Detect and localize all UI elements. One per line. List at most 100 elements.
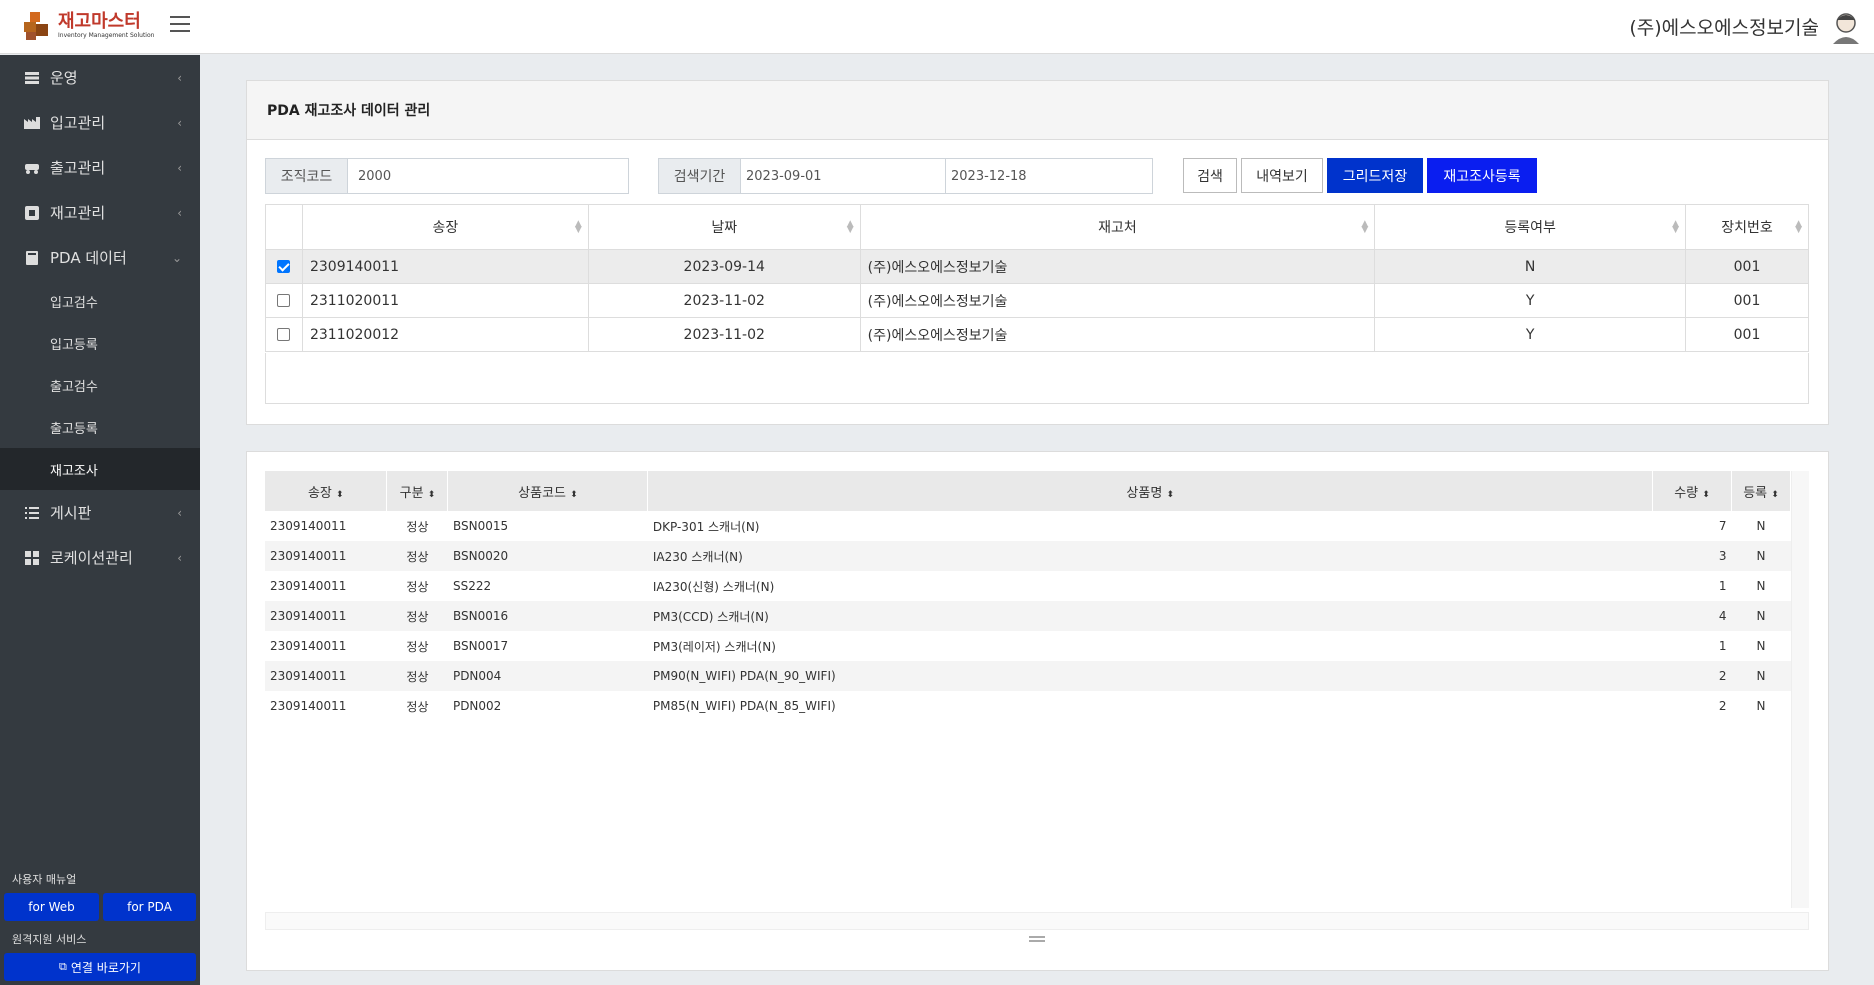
row-checkbox[interactable] [277,328,291,341]
sidebar-item-board[interactable]: 게시판 ‹ [0,490,200,535]
table-row[interactable]: 2309140011 정상 BSN0016 PM3(CCD) 스캐너(N) 4 … [265,601,1791,631]
remote-connect-button[interactable]: ⧉ 연결 바로가기 [4,953,196,981]
table-row[interactable]: 2309140011 정상 BSN0017 PM3(레이저) 스캐너(N) 1 … [265,631,1791,661]
sidebar-item-outbound[interactable]: 출고관리 ‹ [0,145,200,190]
cell-code: BSN0016 [447,601,648,631]
list-icon [24,506,40,520]
org-code-input[interactable]: 2000 [348,159,628,193]
column-header-store[interactable]: 재고처 ▲ ▼ [859,204,1376,250]
sidebar-item-label: 운영 [50,69,78,87]
cell-name: DKP-301 스캐너(N) [652,519,760,534]
company-name: (주)에스오에스정보기술 [1629,17,1819,39]
top-header: 재고마스터 Inventory Management Solution (주)에… [0,0,1874,54]
logo[interactable]: 재고마스터 Inventory Management Solution [20,10,154,42]
cell-qty: 3 [1652,541,1732,571]
sidebar-subitem-stocktake[interactable]: 재고조사 [0,448,200,490]
cell-qty: 4 [1652,601,1732,631]
column-header-device[interactable]: 장치번호 ▲ ▼ [1685,204,1809,250]
logo-subtitle: Inventory Management Solution [58,32,155,39]
sidebar-item-location[interactable]: 로케이션관리 ‹ [0,535,200,580]
column-header-code[interactable]: 상품코드 ⬍ [447,471,649,511]
sidebar-subitem-inbound-register[interactable]: 입고등록 [0,322,200,364]
sort-icon: ⬍ [570,489,578,500]
cell-qty: 7 [1718,519,1727,533]
cell-type: 정상 [406,699,429,714]
cell-store: (주)에스오에스정보기술 [859,249,1376,284]
vertical-scrollbar[interactable] [1791,471,1809,908]
sidebar-item-label: 게시판 [50,504,92,522]
history-button[interactable]: 내역보기 [1241,158,1323,193]
cell-invoice: 2309140011 [270,639,347,653]
chevron-left-icon: ‹ [177,160,182,175]
column-header-type[interactable]: 구분 ⬍ [386,471,449,511]
user-avatar-icon[interactable] [1830,10,1862,44]
column-header-invoice[interactable]: 송장 ▲ ▼ [301,204,589,250]
grid-save-button[interactable]: 그리드저장 [1327,158,1423,193]
cell-name: PM90(N_WIFI) PDA(N_90_WIFI) [647,661,1653,691]
date-from-input[interactable]: 2023-09-01 [741,159,946,193]
cell-qty: 2 [1718,699,1727,713]
cell-qty: 2 [1652,661,1732,691]
date-to-input[interactable]: 2023-12-18 [946,159,1152,193]
row-checkbox[interactable] [277,260,291,273]
cell-device: 001 [1685,249,1809,284]
grid-icon [24,550,40,565]
horizontal-scrollbar[interactable] [265,912,1809,930]
table-row[interactable]: 2311020011 2023-11-02 (주)에스오에스정보기술 Y 001 [265,283,1809,318]
cell-type: 정상 [386,661,448,691]
table-row[interactable]: 2309140011 정상 BSN0015 DKP-301 스캐너(N) 7 N [265,511,1791,541]
menu-toggle-icon[interactable] [170,16,190,34]
column-header-invoice[interactable]: 송장 ⬍ [265,471,388,511]
cell-invoice: 2309140011 [270,579,347,593]
column-header-registered[interactable]: 등록여부 ▲ ▼ [1374,204,1687,250]
sort-icon: ⬍ [1771,489,1779,500]
table-row[interactable]: 2309140011 정상 PDN002 PM85(N_WIFI) PDA(N_… [265,691,1791,721]
cell-type: 정상 [386,541,448,571]
sidebar-item-operation[interactable]: 운영 ‹ [0,55,200,100]
column-header-reg[interactable]: 등록 ⬍ [1731,471,1792,511]
column-header-qty[interactable]: 수량 ⬍ [1652,471,1732,511]
sidebar-subitem-inbound-inspect[interactable]: 입고검수 [0,280,200,322]
column-header-date[interactable]: 날짜 ▲ ▼ [587,204,861,250]
sidebar-item-label: 출고관리 [50,159,106,177]
cell-code: PDN002 [452,699,502,713]
chevron-left-icon: ‹ [177,70,182,85]
sort-icon: ▲ ▼ [574,219,582,235]
sort-icon: ▲ ▼ [846,219,854,235]
cell-invoice: 2309140011 [265,541,387,571]
cell-name: IA230(신형) 스캐너(N) [652,579,775,594]
stocktake-register-button[interactable]: 재고조사등록 [1427,158,1537,193]
table-row[interactable]: 2309140011 2023-09-14 (주)에스오에스정보기술 N 001 [265,249,1809,284]
detail-table: 송장 ⬍ 구분 ⬍ 상품코드 ⬍ 상품명 ⬍ 수량 ⬍ 등록 ⬍ 2309140… [265,471,1792,721]
sidebar-item-label: 입고관리 [50,114,106,132]
sidebar-item-pda-data[interactable]: PDA 데이터 ⌄ [0,235,200,280]
cell-code: BSN0017 [452,639,509,653]
row-checkbox[interactable] [277,294,291,307]
cell-code: BSN0020 [447,541,648,571]
sidebar-subitem-outbound-register[interactable]: 출고등록 [0,406,200,448]
table-row[interactable]: 2309140011 정상 PDN004 PM90(N_WIFI) PDA(N_… [265,661,1791,691]
manual-label: 사용자 매뉴얼 [12,873,77,886]
table-row[interactable]: 2309140011 정상 SS222 IA230(신형) 스캐너(N) 1 N [265,571,1791,601]
factory-icon [24,116,40,130]
date-range-field: 검색기간 2023-09-01 2023-12-18 [658,158,1153,194]
cell-registered: Y [1374,317,1687,352]
column-header-name[interactable]: 상품명 ⬍ [647,471,1654,511]
table-row[interactable]: 2311020012 2023-11-02 (주)에스오에스정보기술 Y 001 [265,317,1809,352]
sidebar-item-inbound[interactable]: 입고관리 ‹ [0,100,200,145]
manual-web-button[interactable]: for Web [4,893,99,921]
search-button[interactable]: 검색 [1183,158,1237,193]
table-row[interactable]: 2309140011 정상 BSN0020 IA230 스캐너(N) 3 N [265,541,1791,571]
sidebar-subitem-outbound-inspect[interactable]: 출고검수 [0,364,200,406]
manual-pda-button[interactable]: for PDA [102,893,196,921]
cell-name: IA230 스캐너(N) [647,541,1653,571]
sidebar-item-inventory[interactable]: 재고관리 ‹ [0,190,200,235]
server-icon [24,71,40,85]
chevron-left-icon: ‹ [177,550,182,565]
resize-handle-icon[interactable] [1029,936,1045,942]
cell-store: (주)에스오에스정보기술 [859,317,1376,352]
cell-date: 2023-11-02 [587,283,861,318]
logo-title: 재고마스터 [58,11,141,32]
cell-date: 2023-09-14 [587,249,861,284]
chevron-left-icon: ‹ [177,505,182,520]
